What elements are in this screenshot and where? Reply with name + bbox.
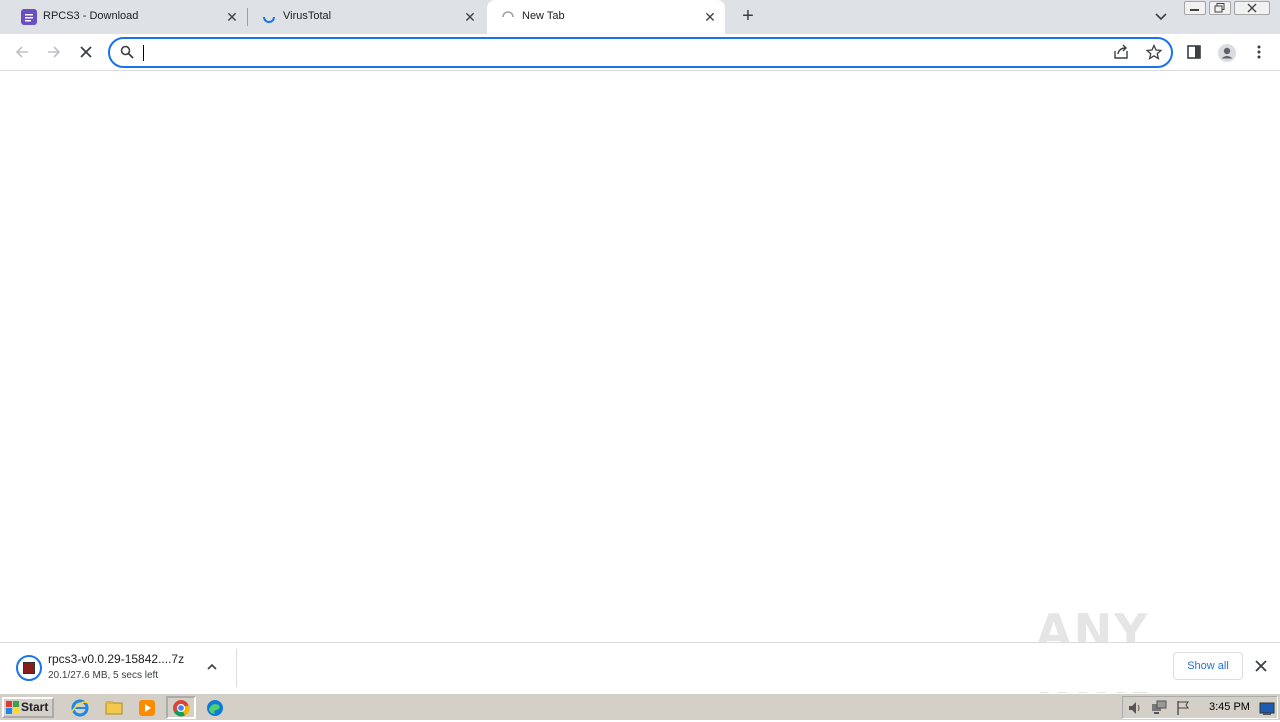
- download-filename: rpcs3-v0.0.29-15842....7z: [48, 652, 185, 666]
- avatar-icon: [1218, 44, 1236, 62]
- search-icon: [120, 45, 134, 62]
- edge-icon[interactable]: [204, 697, 226, 719]
- divider: [236, 649, 237, 687]
- close-icon[interactable]: ✕: [462, 9, 478, 25]
- chrome-icon[interactable]: [166, 696, 196, 719]
- rpcs3-icon: [21, 9, 37, 25]
- tab-title: VirusTotal: [283, 10, 332, 22]
- address-bar[interactable]: [108, 37, 1173, 68]
- show-all-button[interactable]: Show all: [1173, 652, 1243, 680]
- tab-search-button[interactable]: [1150, 6, 1172, 28]
- text-caret: [143, 45, 144, 61]
- archive-file-icon: [16, 655, 42, 681]
- start-button[interactable]: Start: [2, 697, 54, 718]
- windows-logo-icon: [6, 701, 19, 714]
- close-icon[interactable]: [1254, 659, 1268, 676]
- tab-rpcs3[interactable]: RPCS3 - Download ✕: [8, 0, 246, 34]
- tab-strip: RPCS3 - Download ✕ VirusTotal ✕ New Tab …: [0, 0, 1280, 34]
- chevron-down-icon: [1155, 13, 1167, 21]
- stop-button[interactable]: [74, 40, 98, 64]
- taskbar: Start 3:45 PM: [0, 693, 1280, 720]
- tab-virustotal[interactable]: VirusTotal ✕: [248, 0, 486, 34]
- file-explorer-icon[interactable]: [103, 697, 125, 719]
- start-label: Start: [21, 700, 49, 714]
- loading-spinner-icon: [500, 9, 516, 25]
- close-window-button[interactable]: [1234, 1, 1270, 15]
- profile-button[interactable]: [1214, 40, 1238, 64]
- clock: 3:45 PM: [1209, 701, 1250, 713]
- download-item[interactable]: rpcs3-v0.0.29-15842....7z 20.1/27.6 MB, …: [10, 649, 235, 687]
- arrow-right-icon: [48, 46, 61, 58]
- download-bar: rpcs3-v0.0.29-15842....7z 20.1/27.6 MB, …: [0, 642, 1280, 692]
- new-tab-button[interactable]: +: [737, 6, 759, 28]
- back-button[interactable]: [10, 40, 34, 64]
- volume-icon[interactable]: [1127, 700, 1143, 719]
- show-desktop-icon[interactable]: [1259, 700, 1275, 719]
- restore-button[interactable]: [1209, 1, 1231, 15]
- browser-toolbar: [0, 34, 1280, 71]
- page-content: [0, 72, 1280, 642]
- forward-button[interactable]: [42, 40, 66, 64]
- minimize-button[interactable]: [1184, 1, 1206, 15]
- kebab-menu-icon: [1257, 45, 1261, 59]
- loading-spinner-icon: [261, 9, 277, 25]
- bookmark-star-icon[interactable]: [1145, 43, 1163, 63]
- side-panel-icon: [1187, 45, 1201, 59]
- side-panel-button[interactable]: [1182, 40, 1206, 64]
- close-icon[interactable]: ✕: [224, 9, 240, 25]
- media-player-icon[interactable]: [136, 697, 158, 719]
- internet-explorer-icon[interactable]: [69, 697, 91, 719]
- flag-icon[interactable]: [1175, 700, 1191, 719]
- tab-new-tab[interactable]: New Tab ✕: [487, 0, 725, 34]
- close-icon[interactable]: ✕: [702, 9, 718, 25]
- network-icon[interactable]: [1151, 700, 1167, 719]
- chevron-up-icon[interactable]: [205, 660, 219, 677]
- share-icon[interactable]: [1113, 44, 1129, 63]
- tab-title: RPCS3 - Download: [43, 10, 139, 22]
- arrow-left-icon: [15, 46, 28, 58]
- menu-button[interactable]: [1247, 40, 1271, 64]
- stop-x-icon: [80, 46, 92, 58]
- system-tray: 3:45 PM: [1122, 696, 1278, 719]
- address-input[interactable]: [142, 43, 1102, 62]
- tab-title: New Tab: [522, 10, 565, 22]
- download-status: 20.1/27.6 MB, 5 secs left: [48, 670, 159, 681]
